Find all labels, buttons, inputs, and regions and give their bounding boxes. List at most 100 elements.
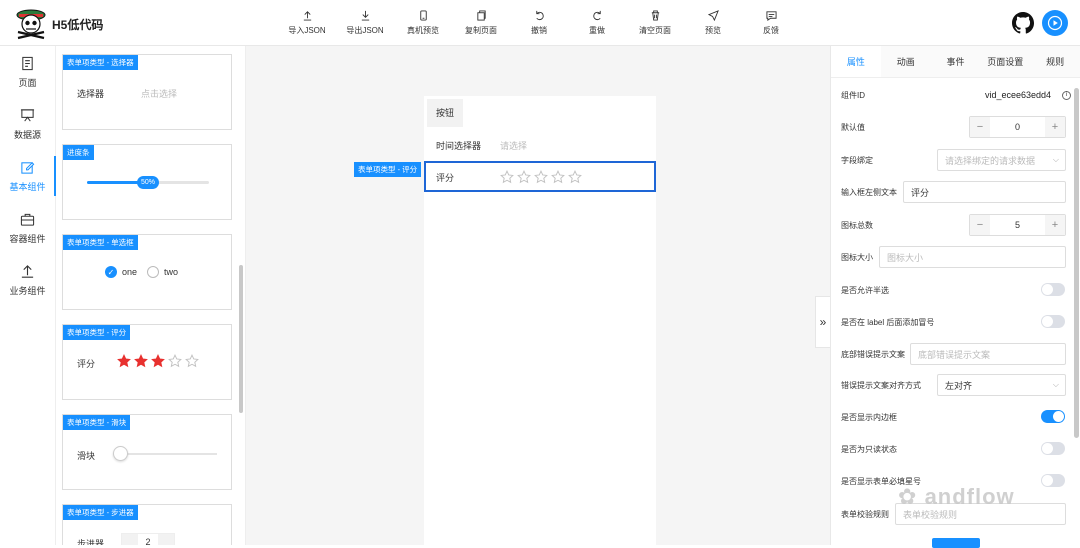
toolbar-label: 导入JSON [288, 26, 326, 35]
message-icon [765, 11, 777, 21]
row-inner-border: 是否显示内边框 [841, 406, 1067, 428]
panel-submit-button[interactable] [932, 538, 980, 548]
icon-total-stepper[interactable]: − 5 + [969, 214, 1066, 236]
field-binding-placeholder: 请选择绑定的请求数据 [945, 155, 1036, 166]
component-card-rate[interactable]: 表单项类型 - 评分 评分 [62, 324, 232, 400]
star-filled-icon[interactable] [117, 354, 131, 368]
device-preview-button[interactable]: 真机预览 [394, 10, 452, 36]
error-align-select[interactable]: 左对齐 ⌵ [937, 374, 1066, 396]
inner-border-switch[interactable] [1041, 410, 1065, 423]
nav-label: 容器组件 [9, 233, 46, 244]
error-align-value: 左对齐 [945, 380, 973, 391]
stepper-minus[interactable] [122, 534, 138, 545]
upload-icon [21, 264, 34, 278]
tab-properties[interactable]: 属性 [831, 46, 881, 77]
slider-handle[interactable] [113, 446, 128, 461]
component-card-progress[interactable]: 进度条 50% [62, 144, 232, 220]
component-card-radio[interactable]: 表单项类型 - 单选框 ✓ one two [62, 234, 232, 310]
toolbar-label: 重做 [589, 26, 605, 35]
input-left-text-field[interactable]: 评分 [903, 181, 1066, 203]
nav-item-page[interactable]: 页面 [0, 46, 55, 98]
default-value-stepper[interactable]: − 0 + [969, 116, 1066, 138]
phone-icon [419, 10, 427, 21]
required-star-switch[interactable] [1041, 474, 1065, 487]
card-tag: 表单项类型 - 滑块 [63, 415, 131, 430]
radio-label: two [164, 267, 179, 277]
play-circle-icon [1047, 15, 1063, 31]
readonly-switch[interactable] [1041, 442, 1065, 455]
component-id-value: vid_ecee63edd4 [985, 90, 1052, 100]
icon-size-field[interactable]: 图标大小 [879, 246, 1066, 268]
star-filled-icon[interactable] [151, 354, 165, 368]
component-card-stepper[interactable]: 表单项类型 - 步进器 步进器 2 [62, 504, 232, 545]
canvas-button[interactable]: 按钮 [427, 99, 464, 127]
canvas-time-picker[interactable]: 时间选择器 请选择 [424, 130, 656, 160]
field-binding-select[interactable]: 请选择绑定的请求数据 ⌵ [937, 149, 1066, 171]
plus-button[interactable]: + [1045, 117, 1065, 137]
inner-border-label: 是否显示内边框 [841, 412, 897, 422]
nav-item-datasource[interactable]: 数据源 [0, 98, 55, 150]
minus-button[interactable]: − [970, 215, 990, 235]
label-colon-label: 是否在 label 后面添加冒号 [841, 317, 935, 327]
nav-item-business-components[interactable]: 业务组件 [0, 254, 55, 306]
nav-item-container-components[interactable]: 容器组件 [0, 202, 55, 254]
star-empty-icon[interactable] [185, 354, 199, 368]
card-tag: 表单项类型 - 步进器 [63, 505, 138, 520]
field-binding-label: 字段绑定 [841, 155, 873, 165]
card-tag: 表单项类型 - 单选框 [63, 235, 138, 250]
collapse-panel-button[interactable]: » [815, 296, 830, 348]
clear-page-button[interactable]: 清空页面 [626, 10, 684, 36]
component-card-select[interactable]: 表单项类型 - 选择器 选择器 点击选择 [62, 54, 232, 130]
panel-scrollbar[interactable] [1074, 88, 1079, 438]
property-panel: 属性 动画 事件 页面设置 规则 组件ID vid_ecee63edd4 i 默… [830, 46, 1080, 545]
upload-icon [303, 11, 311, 21]
feedback-button[interactable]: 反馈 [742, 10, 800, 36]
star-empty-icon[interactable] [168, 354, 182, 368]
export-json-button[interactable]: 导出JSON [336, 10, 394, 36]
tab-rules[interactable]: 规则 [1030, 46, 1080, 77]
stepper-plus[interactable] [158, 534, 174, 545]
toolbar-label: 复制页面 [465, 26, 497, 35]
label-colon-switch[interactable] [1041, 315, 1065, 328]
readonly-label: 是否为只读状态 [841, 444, 897, 454]
selected-component-tag: 表单项类型 - 评分 [354, 162, 422, 177]
default-value-value: 0 [1014, 122, 1020, 132]
nav-item-basic-components[interactable]: 基本组件 [0, 150, 56, 202]
time-picker-label: 时间选择器 [436, 140, 482, 151]
star-filled-icon[interactable] [134, 354, 148, 368]
slider-track[interactable] [119, 453, 217, 455]
preview-button[interactable]: 预览 [684, 10, 742, 36]
page-icon [22, 56, 33, 70]
play-preview-button[interactable] [1042, 10, 1068, 36]
stepper-control[interactable]: 2 [121, 533, 175, 545]
library-scrollbar[interactable] [239, 265, 243, 413]
edit-icon [21, 161, 35, 174]
component-id-label: 组件ID [841, 90, 865, 100]
briefcase-icon [20, 213, 35, 226]
import-json-button[interactable]: 导入JSON [278, 10, 336, 36]
radio-option-one[interactable]: ✓ one [105, 266, 137, 278]
download-icon [361, 10, 369, 21]
copy-page-button[interactable]: 复制页面 [452, 10, 510, 36]
tab-events[interactable]: 事件 [931, 46, 981, 77]
undo-icon [535, 10, 544, 21]
plus-button[interactable]: + [1045, 215, 1065, 235]
minus-button[interactable]: − [970, 117, 990, 137]
tab-animation[interactable]: 动画 [881, 46, 931, 77]
row-label-colon: 是否在 label 后面添加冒号 [841, 311, 1067, 333]
radio-option-two[interactable]: two [147, 266, 178, 278]
validation-rules-label: 表单校验规则 [841, 509, 889, 519]
skull-logo-icon [16, 9, 46, 40]
selected-outline [424, 161, 656, 192]
allow-half-switch[interactable] [1041, 283, 1065, 296]
error-text-field[interactable]: 底部错误提示文案 [910, 343, 1066, 365]
component-card-slider[interactable]: 表单项类型 - 滑块 滑块 [62, 414, 232, 490]
datasource-icon [20, 108, 35, 121]
toolbar: 导入JSON 导出JSON 真机预览 复制页面 撤销 重做 清空页面 预览 反馈 [278, 10, 800, 36]
double-chevron-right-icon: » [819, 315, 827, 329]
tab-page-settings[interactable]: 页面设置 [980, 46, 1030, 77]
github-icon[interactable] [1012, 12, 1034, 34]
redo-button[interactable]: 重做 [568, 10, 626, 36]
undo-button[interactable]: 撤销 [510, 10, 568, 36]
component-library: 表单项类型 - 选择器 选择器 点击选择 进度条 50% 表单项类型 - 单选框… [56, 46, 246, 545]
